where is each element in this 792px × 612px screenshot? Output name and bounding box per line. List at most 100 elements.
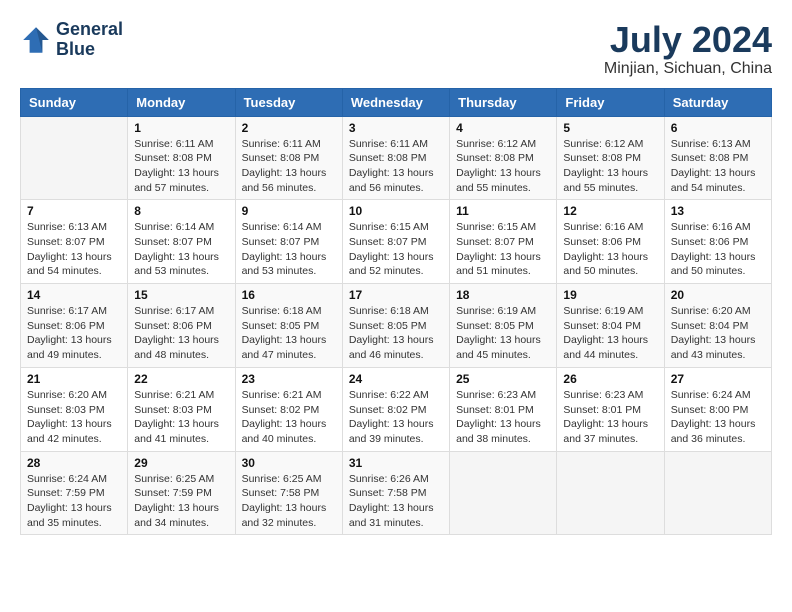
calendar-week-row: 28 Sunrise: 6:24 AMSunset: 7:59 PMDayligh… — [21, 451, 772, 535]
calendar-cell — [21, 116, 128, 200]
day-number: 31 — [349, 456, 443, 470]
calendar-cell: 5Sunrise: 6:12 AMSunset: 8:08 PMDaylight… — [557, 116, 664, 200]
day-info: Sunrise: 6:22 AMSunset: 8:02 PMDaylight:… — [349, 388, 443, 447]
weekday-header-friday: Friday — [557, 88, 664, 116]
calendar-cell: 28 Sunrise: 6:24 AMSunset: 7:59 PMDayligh… — [21, 451, 128, 535]
title-block: July 2024 Minjian, Sichuan, China — [604, 20, 772, 78]
day-info: Sunrise: 6:13 AMSunset: 8:07 PMDaylight:… — [27, 220, 121, 279]
day-info: Sunrise: 6:18 AMSunset: 8:05 PMDaylight:… — [349, 304, 443, 363]
calendar-cell: 1 Sunrise: 6:11 AMSunset: 8:08 PMDaylight… — [128, 116, 235, 200]
day-number: 21 — [27, 372, 121, 386]
day-info: Sunrise: 6:24 AMSunset: 7:59 PMDaylight:… — [27, 472, 121, 531]
calendar-cell: 18 Sunrise: 6:19 AMSunset: 8:05 PMDayligh… — [450, 284, 557, 368]
calendar-cell: 29 Sunrise: 6:25 AMSunset: 7:59 PMDayligh… — [128, 451, 235, 535]
calendar-cell: 17 Sunrise: 6:18 AMSunset: 8:05 PMDayligh… — [342, 284, 449, 368]
location-subtitle: Minjian, Sichuan, China — [604, 60, 772, 78]
day-info: Sunrise: 6:20 AMSunset: 8:03 PMDaylight:… — [27, 388, 121, 447]
day-info: Sunrise: 6:15 AMSunset: 8:07 PMDaylight:… — [456, 220, 550, 279]
calendar-cell: 22 Sunrise: 6:21 AMSunset: 8:03 PMDayligh… — [128, 367, 235, 451]
day-number: 28 — [27, 456, 121, 470]
day-info: Sunrise: 6:11 AMSunset: 8:08 PMDaylight:… — [134, 137, 228, 196]
day-number: 7 — [27, 204, 121, 218]
day-info: Sunrise: 6:25 AMSunset: 7:59 PMDaylight:… — [134, 472, 228, 531]
day-info: Sunrise: 6:24 AMSunset: 8:00 PMDaylight:… — [671, 388, 765, 447]
calendar-cell: 16Sunrise: 6:18 AMSunset: 8:05 PMDayligh… — [235, 284, 342, 368]
day-number: 24 — [349, 372, 443, 386]
day-info: Sunrise: 6:14 AMSunset: 8:07 PMDaylight:… — [134, 220, 228, 279]
calendar-cell: 13Sunrise: 6:16 AMSunset: 8:06 PMDayligh… — [664, 200, 771, 284]
day-info: Sunrise: 6:26 AMSunset: 7:58 PMDaylight:… — [349, 472, 443, 531]
page-header: General Blue July 2024 Minjian, Sichuan,… — [20, 20, 772, 78]
day-number: 18 — [456, 288, 550, 302]
day-info: Sunrise: 6:25 AMSunset: 7:58 PMDaylight:… — [242, 472, 336, 531]
day-number: 30 — [242, 456, 336, 470]
calendar-cell: 27 Sunrise: 6:24 AMSunset: 8:00 PMDayligh… — [664, 367, 771, 451]
day-number: 5 — [563, 121, 657, 135]
day-number: 8 — [134, 204, 228, 218]
day-info: Sunrise: 6:19 AMSunset: 8:05 PMDaylight:… — [456, 304, 550, 363]
calendar-week-row: 21 Sunrise: 6:20 AMSunset: 8:03 PMDayligh… — [21, 367, 772, 451]
day-number: 23 — [242, 372, 336, 386]
day-number: 2 — [242, 121, 336, 135]
day-info: Sunrise: 6:21 AMSunset: 8:02 PMDaylight:… — [242, 388, 336, 447]
day-info: Sunrise: 6:15 AMSunset: 8:07 PMDaylight:… — [349, 220, 443, 279]
day-number: 15 — [134, 288, 228, 302]
calendar-cell: 15 Sunrise: 6:17 AMSunset: 8:06 PMDayligh… — [128, 284, 235, 368]
day-number: 22 — [134, 372, 228, 386]
logo-text: General Blue — [56, 20, 123, 60]
calendar-cell: 4 Sunrise: 6:12 AMSunset: 8:08 PMDaylight… — [450, 116, 557, 200]
calendar-cell: 14 Sunrise: 6:17 AMSunset: 8:06 PMDayligh… — [21, 284, 128, 368]
day-info: Sunrise: 6:17 AMSunset: 8:06 PMDaylight:… — [134, 304, 228, 363]
logo-icon — [20, 24, 52, 56]
day-info: Sunrise: 6:13 AMSunset: 8:08 PMDaylight:… — [671, 137, 765, 196]
calendar-cell: 9 Sunrise: 6:14 AMSunset: 8:07 PMDaylight… — [235, 200, 342, 284]
day-number: 17 — [349, 288, 443, 302]
calendar-cell: 3Sunrise: 6:11 AMSunset: 8:08 PMDaylight… — [342, 116, 449, 200]
day-info: Sunrise: 6:12 AMSunset: 8:08 PMDaylight:… — [456, 137, 550, 196]
calendar-cell: 8 Sunrise: 6:14 AMSunset: 8:07 PMDaylight… — [128, 200, 235, 284]
day-number: 1 — [134, 121, 228, 135]
day-info: Sunrise: 6:11 AMSunset: 8:08 PMDaylight:… — [349, 137, 443, 196]
weekday-header-tuesday: Tuesday — [235, 88, 342, 116]
day-number: 14 — [27, 288, 121, 302]
day-info: Sunrise: 6:17 AMSunset: 8:06 PMDaylight:… — [27, 304, 121, 363]
calendar-cell: 6Sunrise: 6:13 AMSunset: 8:08 PMDaylight… — [664, 116, 771, 200]
day-info: Sunrise: 6:23 AMSunset: 8:01 PMDaylight:… — [563, 388, 657, 447]
day-info: Sunrise: 6:11 AMSunset: 8:08 PMDaylight:… — [242, 137, 336, 196]
calendar-cell — [664, 451, 771, 535]
day-number: 10 — [349, 204, 443, 218]
calendar-table: SundayMondayTuesdayWednesdayThursdayFrid… — [20, 88, 772, 536]
day-number: 9 — [242, 204, 336, 218]
calendar-cell: 12Sunrise: 6:16 AMSunset: 8:06 PMDayligh… — [557, 200, 664, 284]
day-info: Sunrise: 6:21 AMSunset: 8:03 PMDaylight:… — [134, 388, 228, 447]
calendar-cell: 30 Sunrise: 6:25 AMSunset: 7:58 PMDayligh… — [235, 451, 342, 535]
day-info: Sunrise: 6:14 AMSunset: 8:07 PMDaylight:… — [242, 220, 336, 279]
calendar-cell — [557, 451, 664, 535]
calendar-cell: 21 Sunrise: 6:20 AMSunset: 8:03 PMDayligh… — [21, 367, 128, 451]
day-number: 4 — [456, 121, 550, 135]
calendar-cell: 11Sunrise: 6:15 AMSunset: 8:07 PMDayligh… — [450, 200, 557, 284]
calendar-week-row: 1 Sunrise: 6:11 AMSunset: 8:08 PMDaylight… — [21, 116, 772, 200]
calendar-cell: 19 Sunrise: 6:19 AMSunset: 8:04 PMDayligh… — [557, 284, 664, 368]
day-info: Sunrise: 6:19 AMSunset: 8:04 PMDaylight:… — [563, 304, 657, 363]
calendar-week-row: 14 Sunrise: 6:17 AMSunset: 8:06 PMDayligh… — [21, 284, 772, 368]
calendar-cell: 7 Sunrise: 6:13 AMSunset: 8:07 PMDaylight… — [21, 200, 128, 284]
day-number: 19 — [563, 288, 657, 302]
weekday-header-wednesday: Wednesday — [342, 88, 449, 116]
calendar-week-row: 7 Sunrise: 6:13 AMSunset: 8:07 PMDaylight… — [21, 200, 772, 284]
weekday-header-thursday: Thursday — [450, 88, 557, 116]
calendar-cell: 31 Sunrise: 6:26 AMSunset: 7:58 PMDayligh… — [342, 451, 449, 535]
day-number: 12 — [563, 204, 657, 218]
day-number: 29 — [134, 456, 228, 470]
calendar-cell: 20Sunrise: 6:20 AMSunset: 8:04 PMDayligh… — [664, 284, 771, 368]
calendar-cell: 25 Sunrise: 6:23 AMSunset: 8:01 PMDayligh… — [450, 367, 557, 451]
day-number: 25 — [456, 372, 550, 386]
day-number: 16 — [242, 288, 336, 302]
calendar-cell: 26Sunrise: 6:23 AMSunset: 8:01 PMDayligh… — [557, 367, 664, 451]
weekday-header-monday: Monday — [128, 88, 235, 116]
calendar-cell: 24 Sunrise: 6:22 AMSunset: 8:02 PMDayligh… — [342, 367, 449, 451]
day-number: 27 — [671, 372, 765, 386]
weekday-header-saturday: Saturday — [664, 88, 771, 116]
day-number: 20 — [671, 288, 765, 302]
day-info: Sunrise: 6:23 AMSunset: 8:01 PMDaylight:… — [456, 388, 550, 447]
